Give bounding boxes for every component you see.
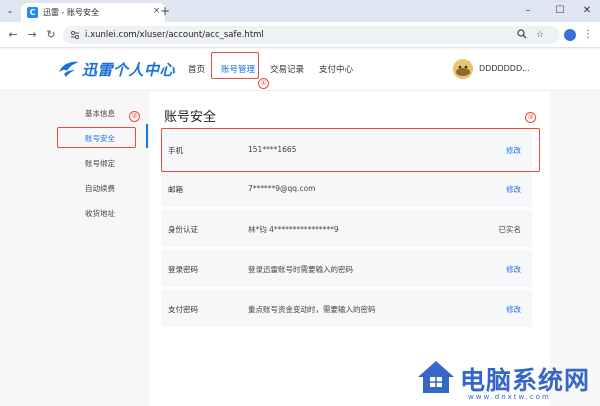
username[interactable]: DDDDDDD...	[479, 64, 530, 73]
annotation-number-2: ②	[129, 111, 140, 122]
watermark-house-icon	[418, 361, 454, 393]
page-title: 账号安全	[164, 110, 217, 125]
site-info-icon[interactable]	[70, 30, 80, 40]
watermark-url: www.dnxtw.com	[468, 393, 551, 401]
avatar[interactable]	[453, 59, 473, 79]
bookmark-star-icon[interactable]: ☆	[534, 29, 546, 41]
reload-icon[interactable]: ↻	[44, 28, 58, 42]
close-window-button[interactable]: ✕	[577, 3, 597, 19]
tab-favicon-icon: C	[27, 7, 38, 18]
browser-menu-icon[interactable]: ⋮	[583, 27, 593, 43]
row-value: 7******9@qq.com	[248, 184, 316, 193]
sidebar-item-account-binding[interactable]: 账号绑定	[85, 158, 115, 169]
tab-search-icon[interactable]: ⌄	[4, 5, 16, 17]
zoom-icon[interactable]	[516, 29, 528, 41]
annotation-box-sidebar	[57, 127, 136, 148]
edit-payment-password-link[interactable]: 修改	[506, 304, 521, 315]
security-row-login-password: 登录密码 登录迅雷账号时需要输入的密码 修改	[161, 250, 532, 288]
forward-icon[interactable]: →	[25, 28, 39, 42]
watermark-text: 电脑系统网	[460, 366, 591, 395]
security-row-payment-password: 支付密码 重点账号资金变动时，需要输入的密码 修改	[161, 290, 532, 328]
profile-icon[interactable]	[564, 29, 576, 41]
url-field[interactable]: i.xunlei.com/xluser/account/acc_safe.htm…	[63, 26, 560, 44]
edit-email-link[interactable]: 修改	[506, 184, 521, 195]
site-header: 迅雷个人中心 首页 账号管理 交易记录 支付中心 DDDDDDD...	[0, 49, 600, 91]
xunlei-bird-icon	[59, 61, 79, 77]
watermark: 电脑系统网 www.dnxtw.com	[412, 355, 600, 406]
security-row-identity: 身份认证 林*钧 4****************9 已实名	[161, 210, 532, 248]
row-label: 邮箱	[168, 185, 183, 194]
security-row-email: 邮箱 7******9@qq.com 修改	[161, 170, 532, 208]
row-value: 林*钧 4****************9	[248, 225, 339, 234]
nav-home[interactable]: 首页	[188, 63, 205, 75]
tab-title: 迅雷 - 账号安全	[43, 8, 99, 17]
new-tab-button[interactable]: +	[158, 4, 172, 18]
edit-login-password-link[interactable]: 修改	[506, 264, 521, 275]
nav-payment-center[interactable]: 支付中心	[319, 63, 353, 75]
annotation-number-1: ①	[258, 78, 269, 89]
browser-tab[interactable]: C 迅雷 - 账号安全 ×	[21, 3, 165, 22]
row-label: 登录密码	[168, 265, 198, 274]
url-text: i.xunlei.com/xluser/account/acc_safe.htm…	[85, 30, 264, 40]
maximize-button[interactable]: ☐	[550, 3, 570, 19]
xunlei-logo[interactable]: 迅雷个人中心	[58, 57, 175, 81]
row-value: 重点账号资金变动时，需要输入的密码	[248, 305, 376, 314]
annotation-box-nav	[211, 52, 259, 79]
sidebar-item-basic-info[interactable]: 基本信息	[85, 108, 115, 119]
verified-status: 已实名	[498, 225, 522, 234]
minimize-button[interactable]: –	[518, 3, 538, 19]
address-bar: ← → ↻ i.xunlei.com/xluser/account/acc_sa…	[0, 22, 600, 48]
logo-text: 迅雷个人中心	[82, 61, 176, 79]
annotation-number-3: ③	[525, 112, 536, 123]
sidebar-item-shipping-address[interactable]: 收货地址	[85, 208, 115, 219]
back-icon[interactable]: ←	[6, 28, 20, 42]
browser-tab-bar: ⌄ C 迅雷 - 账号安全 × + – ☐ ✕	[0, 0, 600, 22]
annotation-box-phone-row	[161, 128, 540, 172]
row-value: 登录迅雷账号时需要输入的密码	[248, 265, 353, 274]
sidebar-item-auto-renew[interactable]: 自动续费	[85, 183, 115, 194]
row-label: 支付密码	[168, 305, 198, 314]
row-label: 身份认证	[168, 225, 198, 234]
nav-transactions[interactable]: 交易记录	[270, 63, 304, 75]
sidebar-active-indicator	[146, 124, 148, 148]
